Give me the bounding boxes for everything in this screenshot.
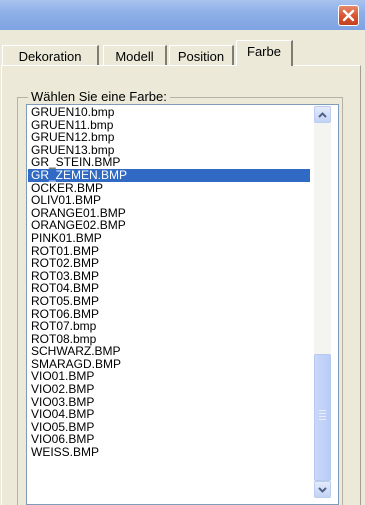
list-item[interactable]: ROT07.bmp bbox=[28, 320, 310, 333]
list-item[interactable]: ROT05.BMP bbox=[28, 295, 310, 308]
listbox-items: GRUEN10.bmp GRUEN11.bmp GRUEN12.bmp GRUEN13… bbox=[28, 106, 310, 459]
tab-farbe[interactable]: Farbe bbox=[236, 40, 293, 66]
list-item[interactable]: SCHWARZ.BMP bbox=[28, 345, 310, 358]
list-item[interactable]: VIO02.BMP bbox=[28, 383, 310, 396]
tab-label: Dekoration bbox=[18, 49, 82, 64]
tab-label: Farbe bbox=[247, 44, 281, 59]
groupbox-label: Wählen Sie eine Farbe: bbox=[28, 89, 170, 104]
list-item[interactable]: VIO04.BMP bbox=[28, 408, 310, 421]
tab-position[interactable]: Position bbox=[169, 45, 234, 65]
color-listbox[interactable]: GRUEN10.bmp GRUEN11.bmp GRUEN12.bmp GRUEN13… bbox=[26, 104, 339, 505]
close-icon bbox=[342, 9, 355, 22]
title-bar bbox=[0, 0, 365, 30]
list-item[interactable]: WEISS.BMP bbox=[28, 446, 310, 459]
tab-modell[interactable]: Modell bbox=[103, 45, 167, 65]
scroll-thumb[interactable] bbox=[314, 354, 331, 481]
tab-strip: Dekoration Modell Position Farbe bbox=[0, 39, 365, 66]
vertical-scrollbar[interactable] bbox=[314, 106, 331, 498]
tab-label: Modell bbox=[115, 49, 154, 64]
list-item[interactable]: OLIV01.BMP bbox=[28, 194, 310, 207]
chevron-down-icon bbox=[318, 486, 327, 493]
tab-dekoration[interactable]: Dekoration bbox=[2, 45, 99, 65]
list-item[interactable]: GRUEN12.bmp bbox=[28, 131, 310, 144]
scroll-down-button[interactable] bbox=[314, 481, 331, 498]
list-item[interactable]: PINK01.BMP bbox=[28, 232, 310, 245]
list-item[interactable]: ROT02.BMP bbox=[28, 257, 310, 270]
list-item[interactable]: GRUEN10.bmp bbox=[28, 106, 310, 119]
chevron-up-icon bbox=[318, 111, 327, 118]
scroll-up-button[interactable] bbox=[314, 106, 331, 123]
tab-label: Position bbox=[177, 49, 225, 64]
close-button[interactable] bbox=[338, 5, 359, 26]
list-item[interactable]: GR_ZEMEN.BMP bbox=[28, 169, 310, 182]
